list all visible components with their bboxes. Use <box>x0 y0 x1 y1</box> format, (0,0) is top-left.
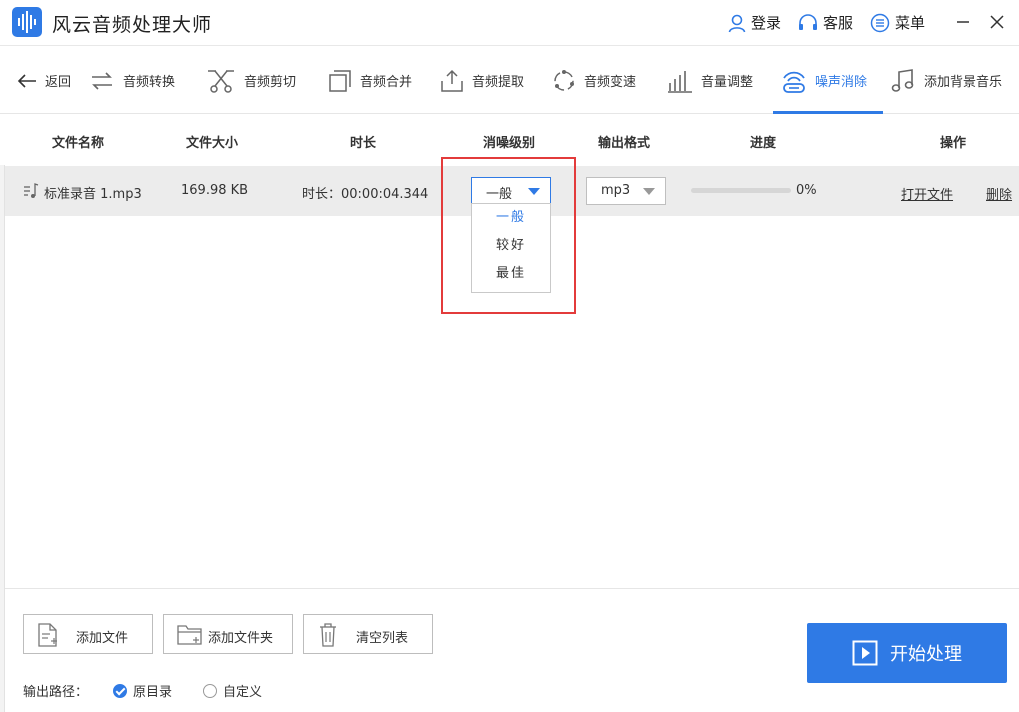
login-link[interactable]: 登录 <box>727 12 781 33</box>
radio-unchecked-icon <box>203 683 217 698</box>
add-file-button[interactable]: 添加文件 <box>23 614 153 654</box>
login-label: 登录 <box>751 14 782 32</box>
headset-icon <box>799 13 817 30</box>
radio-custom-directory[interactable]: 自定义 <box>203 681 262 700</box>
minimize-button[interactable] <box>954 13 972 31</box>
tool-label: 音频变速 <box>584 75 637 90</box>
merge-icon <box>329 69 351 92</box>
add-folder-button[interactable]: 添加文件夹 <box>163 614 293 654</box>
active-tab-indicator <box>773 111 883 114</box>
tool-audio-extract[interactable]: 音频提取 <box>440 47 524 114</box>
menu-label: 菜单 <box>895 14 926 32</box>
user-icon <box>728 14 746 32</box>
play-icon <box>852 640 878 666</box>
menu-icon <box>870 13 890 32</box>
trash-icon <box>320 623 336 647</box>
tool-label: 音频合并 <box>360 75 413 90</box>
back-button[interactable]: 返回 <box>17 47 71 114</box>
add-folder-label: 添加文件夹 <box>208 631 274 646</box>
tool-audio-merge[interactable]: 音频合并 <box>328 47 412 114</box>
volume-bars-icon <box>668 70 692 93</box>
add-file-icon <box>38 623 57 647</box>
close-icon <box>990 15 1004 29</box>
tool-audio-convert[interactable]: 音频转换 <box>89 47 175 114</box>
output-format-value: mp3 <box>601 183 631 198</box>
tool-label: 音频剪切 <box>244 75 297 90</box>
back-label: 返回 <box>45 75 72 90</box>
col-file-size: 文件大小 <box>186 136 239 151</box>
function-toolbar: 返回 音频转换 音频剪切 音频合并 音频提取 音频变速 音量调整 噪声消除 添加… <box>0 47 1019 114</box>
output-path-label: 输出路径： <box>23 685 89 700</box>
service-link[interactable]: 客服 <box>797 12 853 33</box>
add-folder-icon <box>177 625 202 645</box>
output-format-select[interactable]: mp3 <box>586 177 666 205</box>
file-name: 标准录音 1.mp3 <box>44 187 142 202</box>
col-actions: 操作 <box>940 136 967 151</box>
arrow-left-icon <box>17 73 36 88</box>
progress-bar <box>691 188 791 193</box>
start-processing-label: 开始处理 <box>890 644 962 665</box>
service-label: 客服 <box>823 14 854 32</box>
radio-custom-label: 自定义 <box>223 685 263 700</box>
tool-label: 噪声消除 <box>815 75 868 90</box>
tool-label: 音频转换 <box>123 75 176 90</box>
tool-volume-adjust[interactable]: 音量调整 <box>667 47 753 114</box>
delete-link[interactable]: 删除 <box>986 184 1012 203</box>
minimize-icon <box>957 21 969 23</box>
menu-link[interactable]: 菜单 <box>869 12 925 33</box>
convert-icon <box>92 71 112 90</box>
tool-label: 音频提取 <box>472 75 525 90</box>
add-file-label: 添加文件 <box>76 631 129 646</box>
scissors-icon <box>208 69 234 93</box>
col-progress: 进度 <box>750 136 777 151</box>
music-note-icon <box>891 68 914 92</box>
tool-noise-removal[interactable]: 噪声消除 <box>781 47 867 114</box>
clear-list-button[interactable]: 清空列表 <box>303 614 433 654</box>
tool-label: 添加背景音乐 <box>924 75 1003 90</box>
progress-percent: 0% <box>796 183 817 198</box>
audio-file-icon <box>24 183 39 198</box>
noise-removal-icon <box>783 71 805 93</box>
upload-icon <box>441 69 463 92</box>
radio-original-directory[interactable]: 原目录 <box>113 681 172 700</box>
tool-audio-speed[interactable]: 音频变速 <box>552 47 636 114</box>
radio-original-label: 原目录 <box>133 685 173 700</box>
col-duration: 时长 <box>350 136 377 151</box>
col-output-format: 输出格式 <box>598 136 651 151</box>
open-file-link[interactable]: 打开文件 <box>901 184 953 203</box>
col-noise-level: 消噪级别 <box>483 136 536 151</box>
app-logo <box>12 7 42 37</box>
radio-checked-icon <box>113 683 127 698</box>
start-processing-button[interactable]: 开始处理 <box>807 623 1007 683</box>
file-size: 169.98 KB <box>181 183 249 198</box>
title-bar: 风云音频处理大师 登录 客服 菜单 <box>0 0 1019 46</box>
speed-icon <box>554 69 574 91</box>
tool-audio-cut[interactable]: 音频剪切 <box>206 47 296 114</box>
clear-list-label: 清空列表 <box>356 631 409 646</box>
annotation-highlight-box <box>441 157 576 314</box>
file-duration: 时长：00:00:04.344 <box>302 187 429 202</box>
tool-label: 音量调整 <box>701 75 754 90</box>
chevron-down-icon <box>643 188 655 195</box>
tool-add-bgm[interactable]: 添加背景音乐 <box>890 47 1002 114</box>
app-title: 风云音频处理大师 <box>52 14 213 36</box>
close-button[interactable] <box>988 13 1006 31</box>
col-file-name: 文件名称 <box>52 136 105 151</box>
